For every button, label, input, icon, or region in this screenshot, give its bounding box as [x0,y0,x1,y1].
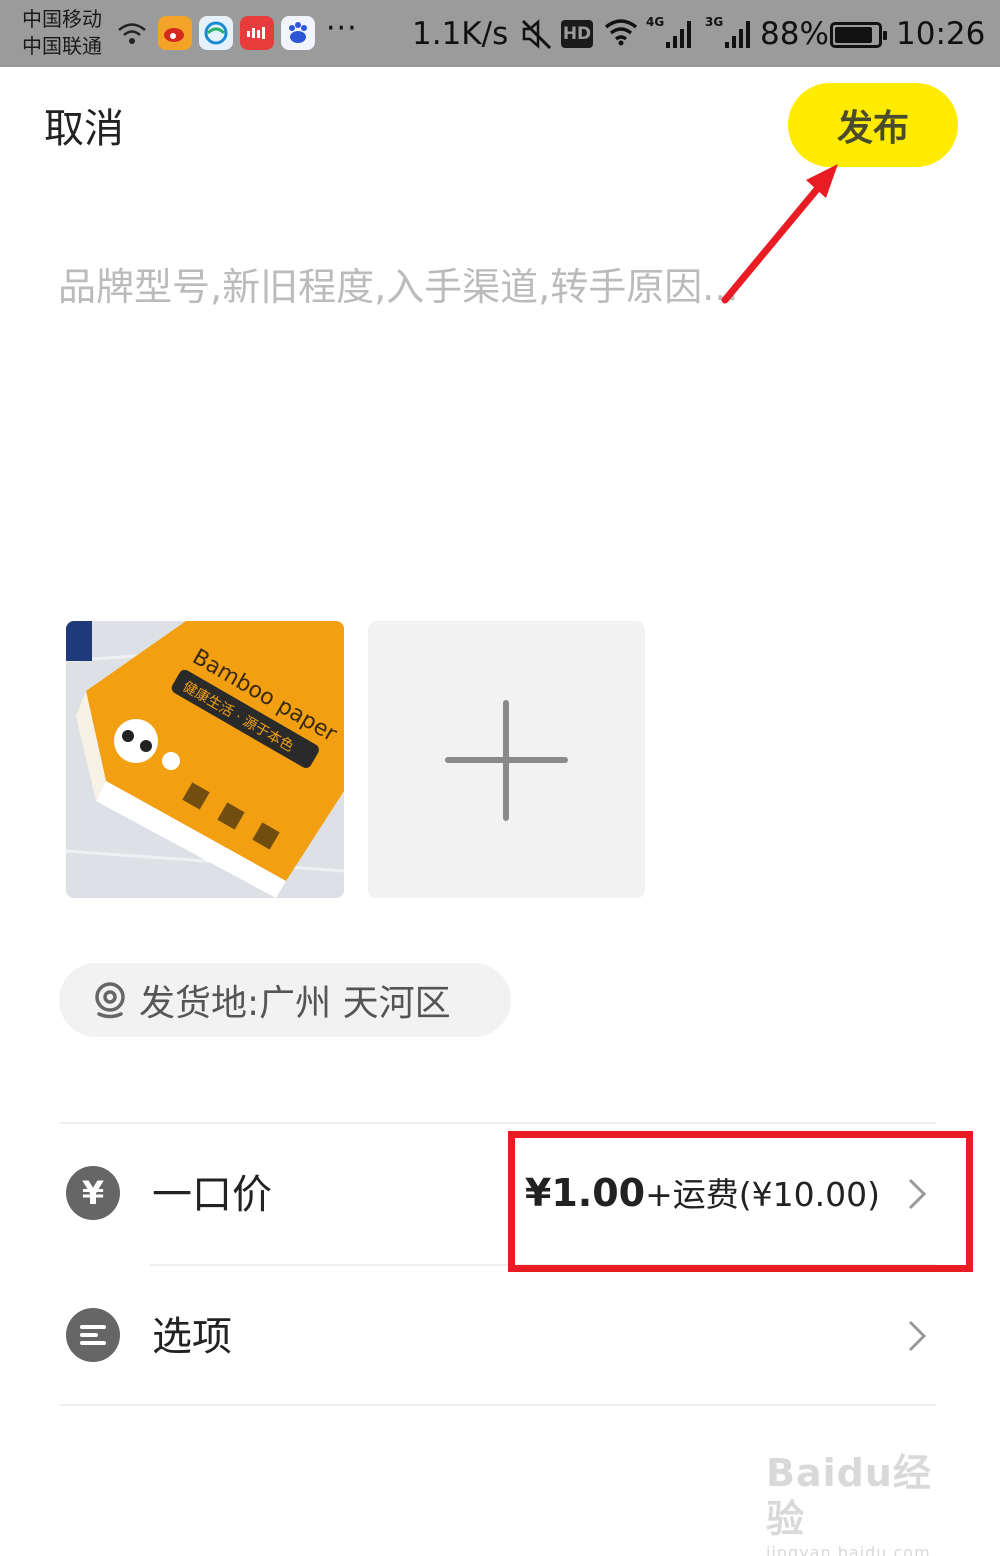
fixed-price-row[interactable]: ¥ 一口价 ¥1.00+运费(¥10.00) [60,1124,936,1264]
watermark-url: jingyan.baidu.com [766,1543,931,1556]
publish-button[interactable]: 发布 [788,83,958,167]
battery-fill [835,27,872,43]
battery-icon [830,22,887,48]
yuan-icon-glyph: ¥ [81,1174,105,1212]
carrier-2: 中国联通 [22,34,102,58]
signal-3g-icon: 3G [705,15,750,48]
shipping-fee: +运费(¥10.00) [645,1175,880,1214]
description-input[interactable] [58,258,938,558]
fixed-price-label: 一口价 [152,1172,272,1218]
baidu-app-icon [281,16,315,50]
price-amount: ¥1.00 [524,1171,646,1215]
options-row[interactable]: 选项 [60,1266,936,1406]
more-notifications: ··· [326,11,358,46]
music-app-icon [240,16,274,50]
location-pin-icon [95,982,125,1019]
yuan-icon: ¥ [66,1166,120,1220]
shipping-location-chip[interactable]: 发货地:广州 天河区 [59,963,511,1037]
clock: 10:26 [896,16,986,52]
cancel-button[interactable]: 取消 [44,104,124,154]
shipping-location-label: 发货地:广州 天河区 [139,983,451,1024]
signal-4g-icon: 4G [646,15,691,48]
battery-percent: 88% [760,16,829,52]
status-bar: 中国移动 中国联通 ··· 1.1K/s HD 4G 3G 88% 10:26 [0,0,1000,67]
weibo-app-icon [158,16,192,50]
mute-icon [521,19,552,50]
signal-4g-label: 4G [646,15,664,29]
hd-voice-icon: HD [561,20,593,48]
watermark-title: Baidu经验 [766,1451,932,1541]
options-label: 选项 [152,1314,232,1360]
plus-icon [445,700,568,821]
price-value: ¥1.00+运费(¥10.00) [525,1168,880,1220]
chevron-right-icon [908,1178,927,1210]
product-photo-thumbnail[interactable]: Bamboo paper 健康生活 · 源于本色 [66,621,344,898]
mobile-app-icon [199,16,233,50]
add-photo-button[interactable] [368,621,645,898]
wifi-icon [604,19,638,46]
carrier-names: 中国移动 中国联通 [22,6,102,60]
wifi-hotspot-icon [118,23,146,44]
divider [60,1404,936,1406]
chevron-right-icon [908,1320,927,1352]
baidu-jingyan-watermark: Baidu经验 jingyan.baidu.com [766,1450,956,1556]
carrier-1: 中国移动 [22,7,102,31]
signal-3g-label: 3G [705,15,723,29]
net-speed: 1.1K/s [412,16,509,52]
options-list-icon [66,1308,120,1362]
